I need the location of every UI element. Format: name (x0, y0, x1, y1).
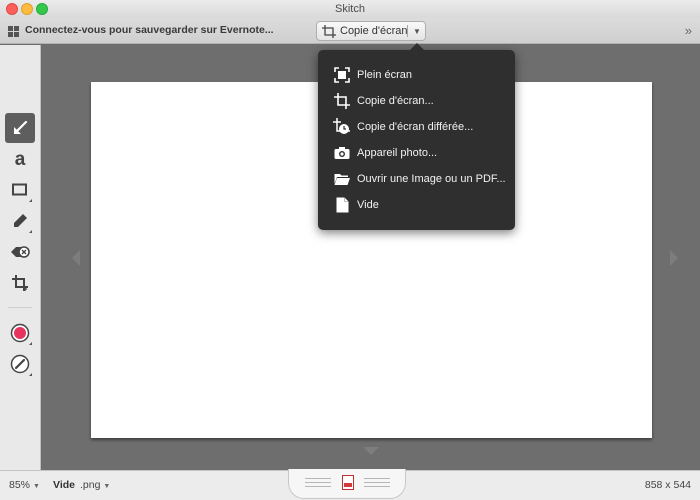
png-file-icon[interactable] (342, 475, 354, 490)
eraser-icon (11, 246, 30, 258)
status-bar: 85% ▼ Vide .png ▼ 858 x 544 (0, 469, 700, 500)
grip-lines-icon (364, 478, 390, 490)
grid-icon[interactable] (8, 26, 19, 37)
chevron-down-icon: ▼ (32, 483, 40, 490)
menu-item-label: Copie d'écran... (357, 95, 434, 107)
text-a-icon: a (14, 148, 26, 170)
tool-palette: a (0, 45, 41, 470)
menu-item-open-file[interactable]: Ouvrir une Image ou un PDF... (318, 166, 515, 192)
evernote-login-link[interactable]: Connectez-vous pour sauvegarder sur Ever… (25, 24, 274, 36)
capture-label: Copie d'écran (340, 25, 408, 37)
menu-item-label: Ouvrir une Image ou un PDF... (357, 173, 506, 185)
capture-separator (407, 25, 408, 37)
marker-tool[interactable] (5, 206, 35, 236)
grip-lines-icon (305, 478, 331, 490)
color-dot-icon (10, 323, 30, 343)
minimize-window-button[interactable] (21, 3, 33, 15)
capture-dropdown-menu: Plein écran Copie d'écran... Copie d'écr… (318, 43, 515, 230)
next-arrow-icon[interactable] (670, 250, 678, 266)
zoom-window-button[interactable] (36, 3, 48, 15)
expand-down-arrow-icon[interactable] (363, 447, 379, 455)
pen-size-icon (10, 354, 30, 374)
menu-item-label: Appareil photo... (357, 147, 438, 159)
blank-file-icon (336, 197, 348, 213)
window-title: Skitch (335, 3, 365, 15)
drag-out-tab[interactable] (288, 469, 406, 499)
close-window-button[interactable] (6, 3, 18, 15)
arrow-icon (14, 120, 28, 134)
stroke-size-picker[interactable] (5, 349, 35, 379)
crop-icon (334, 93, 350, 109)
pixelate-tool[interactable] (5, 237, 35, 267)
tool-divider (8, 307, 32, 308)
file-name[interactable]: Vide (53, 479, 75, 491)
menu-item-screenshot[interactable]: Copie d'écran... (318, 88, 515, 114)
menu-item-delayed-screenshot[interactable]: Copie d'écran différée... (318, 114, 515, 140)
camera-icon (334, 147, 350, 159)
capture-button[interactable]: Copie d'écran ▼ (316, 21, 426, 41)
text-tool[interactable]: a (5, 144, 35, 174)
title-bar: Skitch (0, 0, 700, 18)
crop-icon (322, 25, 336, 38)
previous-arrow-icon[interactable] (72, 250, 80, 266)
color-picker[interactable] (5, 318, 35, 348)
timer-crop-icon (333, 118, 350, 134)
capture-dropdown-caret[interactable]: ▼ (413, 25, 421, 38)
zoom-menu[interactable]: 85% ▼ (9, 479, 40, 491)
menu-item-blank[interactable]: Vide (318, 192, 515, 218)
menu-item-label: Vide (357, 199, 379, 211)
menu-item-label: Copie d'écran différée... (357, 121, 474, 133)
image-dimensions: 858 x 544 (644, 479, 691, 491)
crop-tool[interactable] (5, 268, 35, 298)
folder-icon (334, 174, 350, 185)
shape-tool[interactable] (5, 175, 35, 205)
arrow-tool[interactable] (5, 113, 35, 143)
crop-icon (12, 275, 28, 291)
menu-item-camera[interactable]: Appareil photo... (318, 140, 515, 166)
menu-item-fullscreen[interactable]: Plein écran (318, 62, 515, 88)
fullscreen-icon (334, 67, 350, 83)
chevron-down-icon: ▼ (103, 483, 111, 490)
toolbar: Connectez-vous pour sauvegarder sur Ever… (0, 18, 700, 44)
marker-icon (14, 214, 27, 227)
file-format-menu[interactable]: .png ▼ (80, 479, 110, 491)
more-chevron-icon[interactable]: » (685, 23, 692, 38)
menu-item-label: Plein écran (357, 69, 413, 81)
rectangle-icon (12, 183, 27, 196)
